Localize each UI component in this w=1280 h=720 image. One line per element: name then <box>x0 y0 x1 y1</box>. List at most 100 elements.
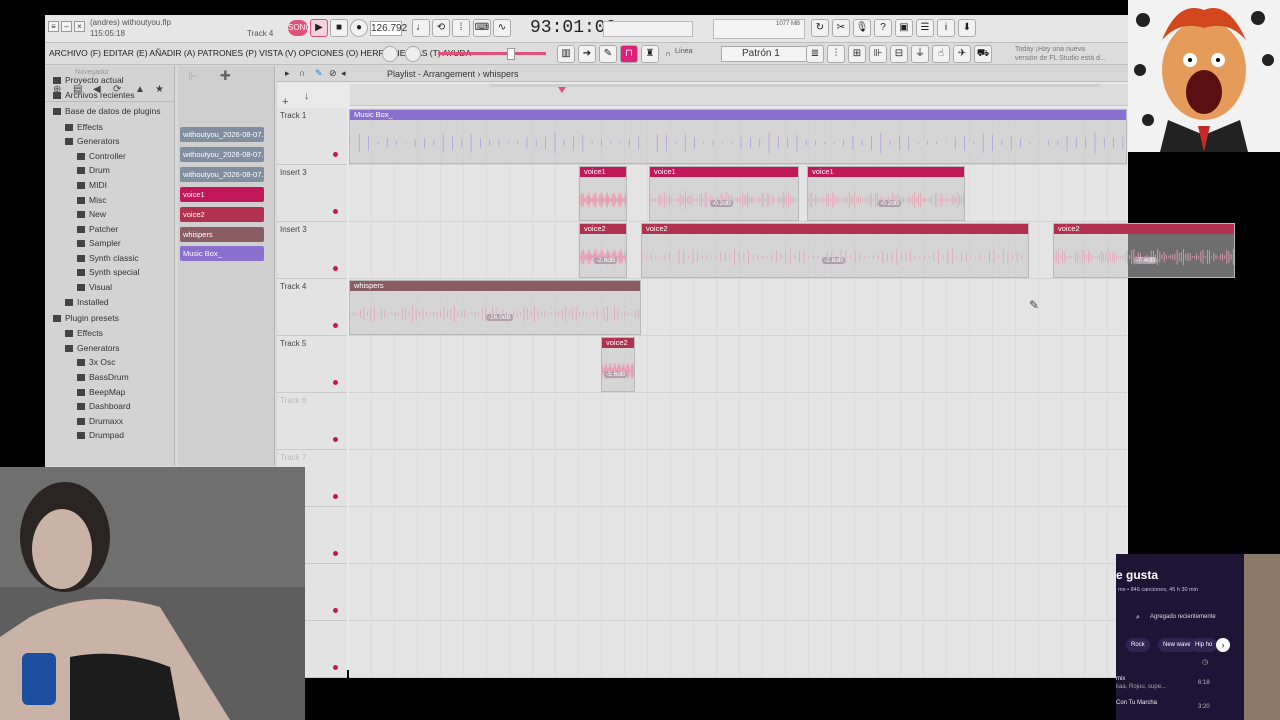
playlist-clip[interactable]: voice1 <box>579 166 627 221</box>
track-mute-dot[interactable] <box>333 494 338 499</box>
browser-icon[interactable]: ✈ <box>953 45 971 63</box>
browser-item[interactable]: Dashboard <box>77 401 131 411</box>
arrow-down-icon[interactable]: ↓ <box>304 90 310 102</box>
track-mute-dot[interactable] <box>333 266 338 271</box>
news-panel[interactable]: Today ¡Hay una nueva versión de FL Studi… <box>1015 45 1107 63</box>
select-tool-icon[interactable]: ⊘ <box>329 68 337 79</box>
playlist-clip[interactable]: voice2 -5.6dB <box>601 337 635 392</box>
browser-item[interactable]: Generators <box>65 136 120 146</box>
close-icon[interactable]: × <box>74 21 85 32</box>
cut-icon[interactable]: ✂ <box>832 19 850 37</box>
browser-item[interactable]: Installed <box>65 297 109 307</box>
browser-item[interactable]: Drumaxx <box>77 416 123 426</box>
playlist-clip[interactable]: voice1 -0.2dB <box>649 166 799 221</box>
mute-tool-icon[interactable]: ◂ <box>341 68 346 79</box>
track-lane[interactable] <box>349 564 1127 621</box>
volume-slider-handle[interactable] <box>507 48 515 60</box>
plug-icon[interactable]: ⏚ <box>911 45 929 63</box>
browser-item[interactable]: Visual <box>77 282 112 292</box>
download-icon[interactable]: ⬇ <box>958 19 976 37</box>
master-volume-slider[interactable] <box>438 52 546 55</box>
reset-icon[interactable]: ↻ <box>811 19 829 37</box>
song-mode-button[interactable]: SONG <box>288 20 312 36</box>
browser-item[interactable]: BeepMap <box>77 387 125 397</box>
playlist-icon[interactable]: ≣ <box>806 45 824 63</box>
help-icon[interactable]: ? <box>874 19 892 37</box>
minimize-icon[interactable]: – <box>61 21 72 32</box>
browser-item[interactable]: Archivos recientes <box>53 90 134 100</box>
track-mute-dot[interactable] <box>333 665 338 670</box>
cloud-icon[interactable]: ▲ <box>135 84 145 95</box>
browser-item[interactable]: Patcher <box>77 224 118 234</box>
mixer-view-icon[interactable]: ⊪ <box>869 45 887 63</box>
track-mute-dot[interactable] <box>333 323 338 328</box>
draw-tool-icon[interactable]: ✎ <box>315 68 323 79</box>
mixer-icon[interactable]: ☰ <box>916 19 934 37</box>
typing-keyboard-icon[interactable]: ⌨ <box>473 19 491 37</box>
browser-item[interactable]: Synth classic <box>77 253 139 263</box>
track-header[interactable]: Insert 3 <box>277 222 347 279</box>
playlist-clip[interactable]: voice2 -2.8dB <box>579 223 627 278</box>
step-edit-icon[interactable]: ⁞ <box>452 19 470 37</box>
add-clip-icon[interactable]: ✚ <box>220 68 231 84</box>
playhead-marker[interactable] <box>558 87 566 93</box>
browser-item[interactable]: Drum <box>77 165 110 175</box>
cart-icon[interactable]: ⛟ <box>974 45 992 63</box>
browser-item[interactable]: MIDI <box>77 180 107 190</box>
tempo-display[interactable]: 126.792 <box>370 21 407 36</box>
browser-item[interactable]: Controller <box>77 151 126 161</box>
song-title[interactable]: mix <box>1116 676 1125 682</box>
magnet-snap-icon[interactable]: ∩ <box>299 68 305 78</box>
track-header[interactable]: Track 4 <box>277 279 347 336</box>
playlist-clip[interactable]: Music Box_ <box>349 109 1127 164</box>
piano-roll-icon[interactable]: ⊞ <box>848 45 866 63</box>
menu-icon[interactable]: ≡ <box>48 21 59 32</box>
browser-item[interactable]: Synth special <box>77 267 140 277</box>
track-mute-dot[interactable] <box>333 551 338 556</box>
track-lane[interactable] <box>349 336 1127 393</box>
playlist-clip[interactable]: voice2 -7.4dB <box>1053 223 1235 278</box>
track-mute-dot[interactable] <box>333 437 338 442</box>
sort-selector[interactable]: Agregado recientemente <box>1150 614 1216 620</box>
browser-item[interactable]: 3x Osc <box>77 357 115 367</box>
touch-icon[interactable]: ☝ <box>932 45 950 63</box>
pencil-icon[interactable]: ✎ <box>599 45 617 63</box>
stamp-icon[interactable]: ♜ <box>641 45 659 63</box>
pitch-knob-icon[interactable] <box>405 46 421 62</box>
piano-icon[interactable]: ▥ <box>557 45 575 63</box>
browser-item[interactable]: New <box>77 209 106 219</box>
play-button[interactable]: ▶ <box>310 19 328 37</box>
clip-source-item[interactable]: voice2 <box>180 207 264 222</box>
track-mute-dot[interactable] <box>333 152 338 157</box>
info-icon[interactable]: i <box>937 19 955 37</box>
clip-source-item[interactable]: whispers <box>180 227 264 242</box>
channel-rack-icon[interactable]: ⊟ <box>890 45 908 63</box>
pointer-icon[interactable]: ⊩ <box>188 70 198 83</box>
browser-item[interactable]: Base de datos de plugins <box>53 106 160 116</box>
clip-source-item[interactable]: withoutyou_2026-08-07... <box>180 167 264 182</box>
playlist-clip[interactable]: voice1 -0.2dB <box>807 166 965 221</box>
loop-record-icon[interactable]: ⟲ <box>432 19 450 37</box>
blend-notes-icon[interactable]: ∿ <box>493 19 511 37</box>
track-lane[interactable] <box>349 507 1127 564</box>
timeline-ruler[interactable] <box>350 84 1128 106</box>
star-icon[interactable]: ★ <box>155 84 164 95</box>
metronome-icon[interactable]: ♩ <box>412 19 430 37</box>
magnet-icon[interactable]: ⊓ <box>620 45 638 63</box>
browser-item[interactable]: Effects <box>65 328 103 338</box>
filter-chip[interactable]: Hip ho <box>1190 638 1218 652</box>
browser-item[interactable]: Proyecto actual <box>53 75 124 85</box>
clip-source-item[interactable]: Music Box_ <box>180 246 264 261</box>
scrollbar[interactable] <box>490 84 1100 87</box>
clip-source-item[interactable]: withoutyou_2026-08-07... <box>180 147 264 162</box>
browser-item[interactable]: Effects <box>65 122 103 132</box>
filter-chip[interactable]: Rock <box>1126 638 1150 652</box>
snap-knob-icon[interactable] <box>382 46 398 62</box>
track-mute-dot[interactable] <box>333 380 338 385</box>
mic-icon[interactable]: 🎙 <box>853 19 871 37</box>
pattern-selector[interactable]: Patrón 1 <box>721 46 811 62</box>
track-lane[interactable] <box>349 621 1127 678</box>
track-header[interactable]: Track 1 <box>277 108 347 165</box>
browser-item[interactable]: Sampler <box>77 238 121 248</box>
browser-item[interactable]: Generators <box>65 343 120 353</box>
